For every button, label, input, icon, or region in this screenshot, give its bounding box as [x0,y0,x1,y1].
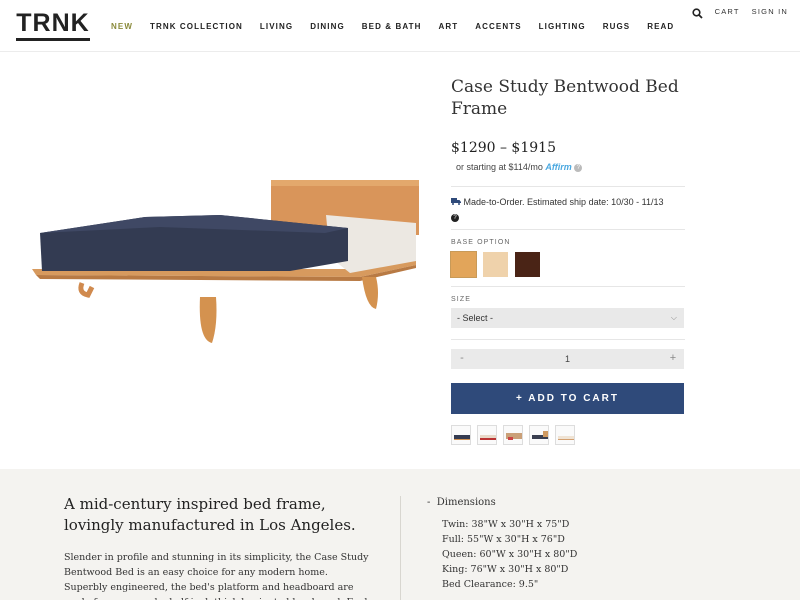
nav-item-bed-bath[interactable]: BED & BATH [362,22,422,31]
section-divider [400,496,401,600]
sign-in-link[interactable]: SIGN IN [752,7,788,16]
swatch-walnut[interactable] [515,252,540,277]
financing-text: or starting at $114/mo [456,162,543,172]
base-option-label: BASE OPTION [451,239,511,246]
product-price: $1290 – $1915 [451,140,556,156]
quantity-increase-button[interactable]: + [666,352,680,364]
nav-item-accents[interactable]: ACCENTS [475,22,521,31]
add-to-cart-button[interactable]: + ADD TO CART [451,383,684,414]
thumbnail[interactable] [477,425,497,445]
nav-item-dining[interactable]: DINING [310,22,345,31]
nav-item-read[interactable]: READ [647,22,674,31]
utility-nav: CART SIGN IN [691,6,788,19]
truck-icon [451,197,464,207]
divider [451,286,685,287]
site-logo[interactable]: TRNK [16,10,90,41]
size-label: SIZE [451,296,471,303]
base-option-swatches [450,251,685,278]
thumbnail[interactable] [503,425,523,445]
thumbnail[interactable] [529,425,549,445]
divider [451,186,685,187]
product-image[interactable] [30,165,430,355]
swatch-natural[interactable] [483,252,508,277]
shipping-text: Made-to-Order. Estimated ship date: 10/3… [463,197,664,207]
product-info: Case Study Bentwood Bed Frame $1290 – $1… [450,76,685,445]
nav-item-living[interactable]: LIVING [260,22,293,31]
quantity-input[interactable]: 1 [451,354,684,364]
dimension-item: Twin: 38"W x 30"H x 75"D [442,519,570,530]
nav-item-rugs[interactable]: RUGS [603,22,631,31]
thumbnail[interactable] [555,425,575,445]
dimensions-toggle[interactable]: - Dimensions [427,497,496,508]
dimensions-title: Dimensions [436,497,496,508]
nav-item-new[interactable]: NEW [111,22,133,31]
product-tagline: A mid-century inspired bed frame, loving… [64,495,356,534]
financing-info: or starting at $114/mo Affirm ? [451,162,685,172]
size-select[interactable]: - Select - ⌵ [451,308,684,328]
dimensions-list: Twin: 38"W x 30"H x 75"D Full: 55"W x 30… [442,517,577,592]
site-header: TRNK NEW TRNK COLLECTION LIVING DINING B… [0,0,800,52]
nav-item-lighting[interactable]: LIGHTING [539,22,586,31]
affirm-logo[interactable]: Affirm [545,162,571,172]
product-details-section: A mid-century inspired bed frame, loving… [0,469,800,600]
dimension-item: Queen: 60"W x 30"H x 80"D [442,549,578,560]
collapse-icon: - [427,497,431,508]
nav-item-art[interactable]: ART [439,22,459,31]
shipping-help-icon[interactable]: ? [451,214,459,222]
thumbnail[interactable] [451,425,471,445]
product-thumbnails [451,425,685,445]
help-icon[interactable]: ? [574,163,583,172]
product-title: Case Study Bentwood Bed Frame [451,77,679,119]
nav-item-trnk-collection[interactable]: TRNK COLLECTION [150,22,243,31]
swatch-maple[interactable] [450,251,477,278]
chevron-down-icon: ⌵ [670,313,677,322]
dimension-item: King: 76"W x 30"H x 80"D [442,564,569,575]
size-select-value: - Select - [457,313,494,323]
dimension-item: Full: 55"W x 30"H x 76"D [442,534,565,545]
divider [451,229,685,230]
shipping-info: Made-to-Order. Estimated ship date: 10/3… [451,196,685,223]
cart-link[interactable]: CART [715,7,740,16]
divider [451,339,685,340]
product-description: Slender in profile and stunning in its s… [64,552,371,600]
main-nav: NEW TRNK COLLECTION LIVING DINING BED & … [111,22,691,31]
dimension-item: Bed Clearance: 9.5" [442,579,539,590]
search-icon[interactable] [691,6,703,19]
quantity-stepper: - 1 + [451,349,684,369]
